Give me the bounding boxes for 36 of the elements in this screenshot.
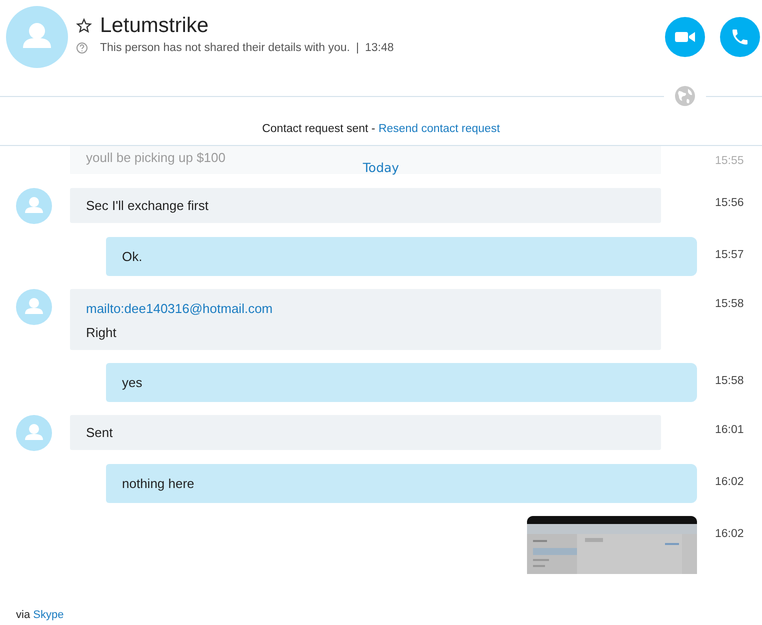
message-time: 15:55 (714, 154, 745, 167)
message-text: youll be picking up $100 (86, 149, 226, 166)
status-text: This person has not shared their details with you. (100, 42, 350, 54)
video-call-button[interactable] (665, 17, 705, 57)
message-text: nothing here (122, 475, 196, 492)
message-time: 15:58 (714, 297, 745, 310)
phone-icon (730, 27, 750, 47)
message-time: 16:01 (714, 423, 745, 436)
separator: | (356, 42, 359, 54)
call-button[interactable] (720, 17, 760, 57)
avatar (16, 188, 52, 224)
star-icon[interactable] (76, 18, 92, 34)
status-time: 13:48 (364, 42, 394, 54)
question-icon (76, 42, 88, 54)
day-label: Today (362, 160, 400, 175)
message-text: Sent (86, 424, 114, 441)
skype-link[interactable]: Skype (33, 609, 64, 621)
message-text: Ok. (122, 248, 144, 265)
via-text: via (16, 609, 32, 621)
notice-text: Contact request sent - (262, 123, 376, 135)
avatar (16, 415, 52, 451)
avatar (16, 289, 52, 325)
video-camera-icon (675, 30, 695, 44)
message-time: 15:58 (714, 374, 745, 387)
message-time: 16:02 (714, 527, 745, 540)
globe-icon[interactable] (674, 85, 696, 107)
avatar (6, 6, 68, 68)
message-text: Sec I'll exchange first (86, 197, 210, 214)
contact-name: Letumstrike (100, 14, 209, 38)
message-text: Right (86, 324, 118, 341)
email-link[interactable]: mailto:dee140316@hotmail.com (86, 300, 645, 317)
message-time: 16:02 (714, 475, 745, 488)
resend-link[interactable]: Resend contact request (378, 123, 500, 135)
message-time: 15:57 (714, 248, 745, 261)
message-text: yes (122, 374, 144, 391)
message-time: 15:56 (714, 196, 745, 209)
